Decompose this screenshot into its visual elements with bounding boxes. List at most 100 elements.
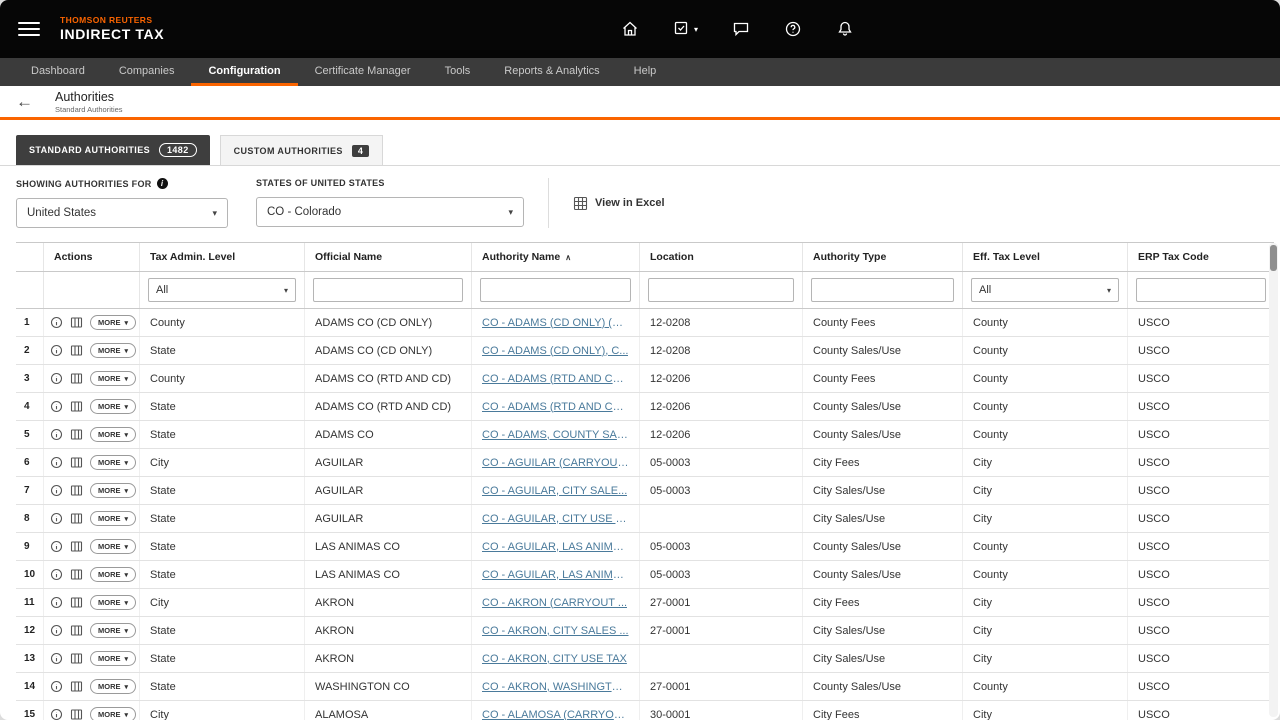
rates-table-icon[interactable] [70,316,83,329]
help-icon[interactable] [784,20,802,38]
more-button[interactable]: MORE ▾ [90,511,136,526]
rates-table-icon[interactable] [70,484,83,497]
tab-custom-authorities[interactable]: CUSTOM AUTHORITIES 4 [220,135,384,165]
rates-table-icon[interactable] [70,680,83,693]
cell-location: 30-0001 [640,701,803,720]
home-icon[interactable] [621,20,639,38]
details-icon[interactable] [50,484,63,497]
view-in-excel-button[interactable]: View in Excel [573,196,665,211]
details-icon[interactable] [50,316,63,329]
authority-name-link[interactable]: CO - AKRON (CARRYOUT ... [482,597,627,609]
more-button[interactable]: MORE ▾ [90,315,136,330]
details-icon[interactable] [50,456,63,469]
details-icon[interactable] [50,708,63,720]
official-name-filter-input[interactable] [313,278,463,302]
erp-tax-code-filter-input[interactable] [1136,278,1266,302]
rates-table-icon[interactable] [70,456,83,469]
authority-name-link[interactable]: CO - AKRON, CITY USE TAX [482,653,627,665]
vertical-scrollbar[interactable] [1269,243,1278,717]
details-icon[interactable] [50,680,63,693]
nav-item-reports-analytics[interactable]: Reports & Analytics [487,58,616,86]
authority-name-link[interactable]: CO - ADAMS (CD ONLY), C... [482,345,628,357]
more-button[interactable]: MORE ▾ [90,371,136,386]
details-icon[interactable] [50,596,63,609]
rates-table-icon[interactable] [70,652,83,665]
details-icon[interactable] [50,652,63,665]
states-group: STATES OF UNITED STATES CO - Colorado ▾ [256,178,524,228]
rates-table-icon[interactable] [70,596,83,609]
eff-tax-level-filter-select[interactable]: All ▾ [971,278,1119,302]
tax-admin-level-filter-select[interactable]: All ▾ [148,278,296,302]
details-icon[interactable] [50,624,63,637]
more-button[interactable]: MORE ▾ [90,483,136,498]
nav-item-certificate-manager[interactable]: Certificate Manager [298,58,428,86]
nav-item-help[interactable]: Help [617,58,674,86]
header-authority-type[interactable]: Authority Type [803,243,963,271]
authority-name-link[interactable]: CO - ADAMS (CD ONLY) (C... [482,317,629,329]
authority-name-link[interactable]: CO - ADAMS (RTD AND CD)... [482,373,629,385]
more-button[interactable]: MORE ▾ [90,567,136,582]
more-button[interactable]: MORE ▾ [90,539,136,554]
header-tax-admin-level[interactable]: Tax Admin. Level [140,243,305,271]
header-eff-tax-level[interactable]: Eff. Tax Level [963,243,1128,271]
country-select[interactable]: United States ▾ [16,198,228,228]
state-select[interactable]: CO - Colorado ▾ [256,197,524,227]
more-button[interactable]: MORE ▾ [90,427,136,442]
scrollbar-thumb[interactable] [1270,245,1277,271]
rates-table-icon[interactable] [70,428,83,441]
more-button[interactable]: MORE ▾ [90,399,136,414]
nav-item-companies[interactable]: Companies [102,58,192,86]
hamburger-menu-icon[interactable] [18,22,40,36]
tasks-dropdown-icon[interactable]: ▾ [673,20,698,38]
tab-standard-authorities[interactable]: STANDARD AUTHORITIES 1482 [16,135,210,165]
rates-table-icon[interactable] [70,708,83,720]
cell-official-name: ADAMS CO (CD ONLY) [305,337,472,364]
authority-name-link[interactable]: CO - AGUILAR, CITY USE T... [482,513,629,525]
authority-name-link[interactable]: CO - ADAMS, COUNTY SAL... [482,429,629,441]
info-icon[interactable]: i [157,178,168,189]
more-button[interactable]: MORE ▾ [90,595,136,610]
authority-name-link[interactable]: CO - ALAMOSA (CARRYOU... [482,709,629,720]
rates-table-icon[interactable] [70,624,83,637]
more-button[interactable]: MORE ▾ [90,623,136,638]
authority-name-link[interactable]: CO - AKRON, CITY SALES ... [482,625,629,637]
header-authority-name[interactable]: Authority Name ∧ [472,243,640,271]
rates-table-icon[interactable] [70,540,83,553]
authority-name-link[interactable]: CO - ADAMS (RTD AND CD)... [482,401,629,413]
location-filter-input[interactable] [648,278,794,302]
authority-type-filter-input[interactable] [811,278,954,302]
details-icon[interactable] [50,512,63,525]
details-icon[interactable] [50,400,63,413]
chat-icon[interactable] [732,20,750,38]
nav-item-dashboard[interactable]: Dashboard [14,58,102,86]
cell-authority-type: City Sales/Use [803,645,963,672]
authority-name-link[interactable]: CO - AKRON, WASHINGTO... [482,681,629,693]
details-icon[interactable] [50,372,63,385]
nav-item-configuration[interactable]: Configuration [191,58,297,86]
rates-table-icon[interactable] [70,344,83,357]
authority-name-filter-input[interactable] [480,278,631,302]
authority-name-link[interactable]: CO - AGUILAR, LAS ANIMA... [482,569,629,581]
notifications-bell-icon[interactable] [836,20,854,38]
details-icon[interactable] [50,344,63,357]
authority-name-link[interactable]: CO - AGUILAR (CARRYOUT... [482,457,629,469]
more-button[interactable]: MORE ▾ [90,343,136,358]
rates-table-icon[interactable] [70,372,83,385]
rates-table-icon[interactable] [70,568,83,581]
more-button[interactable]: MORE ▾ [90,679,136,694]
details-icon[interactable] [50,540,63,553]
header-official-name[interactable]: Official Name [305,243,472,271]
authority-name-link[interactable]: CO - AGUILAR, CITY SALE... [482,485,627,497]
rates-table-icon[interactable] [70,400,83,413]
rates-table-icon[interactable] [70,512,83,525]
more-button[interactable]: MORE ▾ [90,707,136,720]
header-location[interactable]: Location [640,243,803,271]
more-button[interactable]: MORE ▾ [90,651,136,666]
details-icon[interactable] [50,568,63,581]
nav-item-tools[interactable]: Tools [428,58,488,86]
more-button[interactable]: MORE ▾ [90,455,136,470]
back-arrow-icon[interactable]: ← [16,93,33,110]
authority-name-link[interactable]: CO - AGUILAR, LAS ANIMA... [482,541,629,553]
header-erp-tax-code[interactable]: ERP Tax Code [1128,243,1274,271]
details-icon[interactable] [50,428,63,441]
